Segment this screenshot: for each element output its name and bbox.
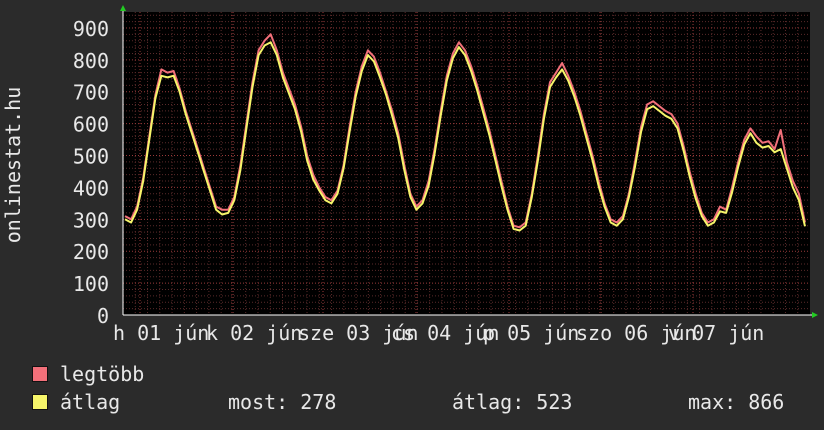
x-tick-label: v 07 jún	[668, 321, 764, 345]
y-tick-label: 0	[97, 304, 109, 328]
y-tick-label: 100	[73, 272, 109, 296]
x-axis-arrow	[812, 312, 818, 318]
y-tick-label: 600	[73, 113, 109, 137]
legend-swatch-avg	[32, 394, 48, 410]
stat-average: átlag: 523	[452, 390, 573, 414]
stat-max: max: 866	[688, 390, 785, 414]
y-tick-label: 200	[73, 240, 109, 264]
stat-current: most: 278	[228, 390, 337, 414]
y-tick-label: 900	[73, 17, 109, 41]
legend-swatch-max	[32, 366, 48, 382]
y-tick-label: 300	[73, 208, 109, 232]
y-tick-label: 700	[73, 81, 109, 105]
legend-label-avg: átlag	[60, 390, 121, 414]
legend-item-avg: átlag	[32, 390, 120, 414]
y-tick-label: 400	[73, 176, 109, 200]
y-tick-label: 500	[73, 145, 109, 169]
x-tick-label: h 01 jún	[113, 321, 209, 345]
y-tick-label: 800	[73, 49, 109, 73]
plot-area: 0 100 200 300 400 500 600 700 800 900 h 01 júnk 02…	[73, 5, 818, 345]
x-tick-label: p 05 jún	[483, 321, 579, 345]
y-axis-arrow	[120, 5, 126, 11]
legend-item-max: legtöbb	[32, 362, 144, 386]
x-tick-label: k 02 jún	[206, 321, 302, 345]
y-axis-label: onlinestat.hu	[1, 87, 25, 244]
legend-label-max: legtöbb	[60, 362, 145, 386]
